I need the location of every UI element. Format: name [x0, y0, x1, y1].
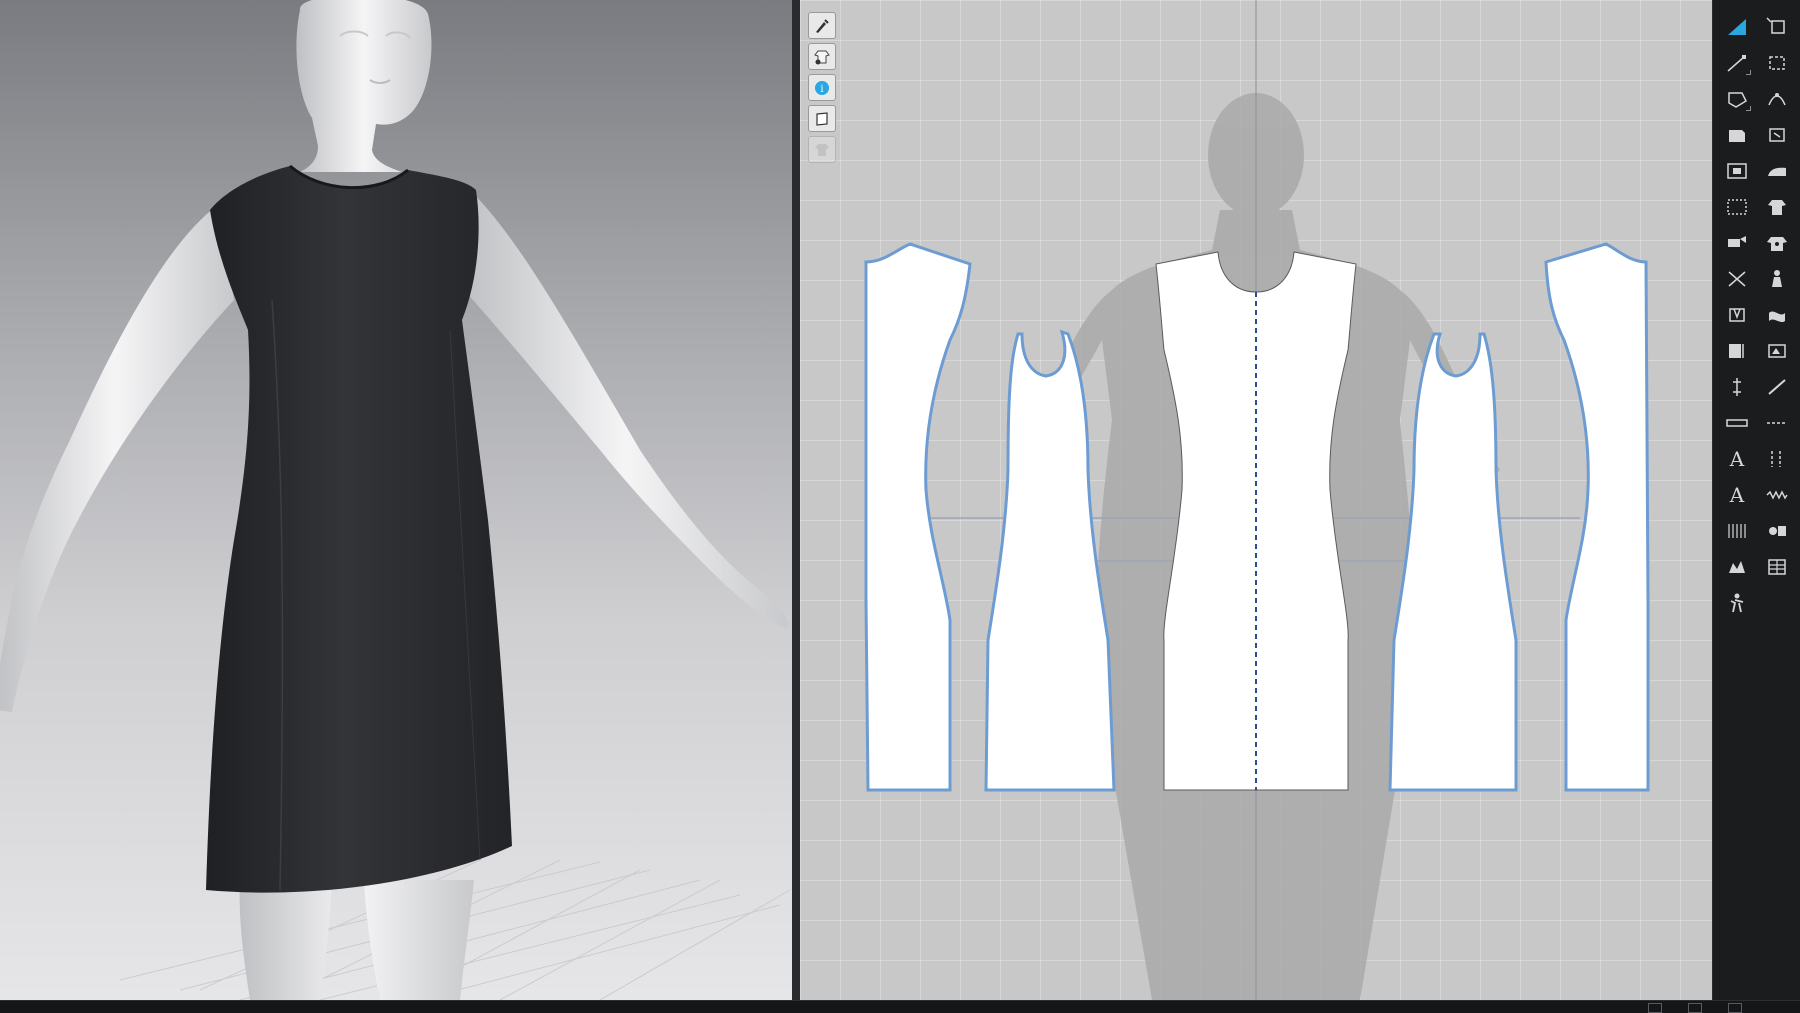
right-toolbar: A A: [1712, 0, 1800, 1000]
iron-icon[interactable]: [1759, 156, 1795, 186]
view-split-icon[interactable]: [1688, 1003, 1702, 1013]
tack-icon[interactable]: [1759, 84, 1795, 114]
back-panel-right[interactable]: [1388, 332, 1518, 792]
transform-icon[interactable]: [1759, 12, 1795, 42]
avatar-pose-icon[interactable]: [1719, 588, 1755, 618]
sew-icon[interactable]: [1759, 48, 1795, 78]
text-tool-icon[interactable]: A: [1719, 480, 1755, 510]
avatar-arrange-icon[interactable]: [1759, 264, 1795, 294]
info-icon[interactable]: i: [808, 74, 836, 101]
pattern-window-2d[interactable]: i: [800, 0, 1712, 1000]
text-label-glyph: A: [1729, 447, 1745, 471]
view-layout-icon[interactable]: [1648, 1003, 1662, 1013]
avatar-head: [296, 0, 432, 172]
line-icon[interactable]: [1759, 372, 1795, 402]
grading-icon[interactable]: [1719, 516, 1755, 546]
viewport-3d[interactable]: [0, 0, 792, 1000]
texture-icon[interactable]: [1719, 192, 1755, 222]
avatar-scene[interactable]: [0, 0, 792, 1000]
text-tool-glyph: A: [1729, 483, 1745, 507]
back-panel-left[interactable]: [984, 329, 1116, 792]
text-label-icon[interactable]: A: [1719, 444, 1755, 474]
dart-icon[interactable]: [1719, 300, 1755, 330]
pattern-fill-icon[interactable]: [1759, 336, 1795, 366]
segment-icon[interactable]: [1759, 408, 1795, 438]
measure-icon[interactable]: [1719, 372, 1755, 402]
svg-text:i: i: [820, 84, 823, 95]
sheet-icon[interactable]: [808, 105, 836, 132]
internal-polygon-icon[interactable]: [1719, 156, 1755, 186]
show-garment-icon[interactable]: [808, 43, 836, 70]
sync-icon[interactable]: [1719, 552, 1755, 582]
panel-splitter[interactable]: [792, 0, 800, 1000]
ruler-icon[interactable]: [1719, 408, 1755, 438]
pin-icon[interactable]: [1719, 228, 1755, 258]
status-bar: [0, 1000, 1800, 1013]
button-icon[interactable]: [1759, 552, 1795, 582]
select-icon[interactable]: [1719, 12, 1755, 42]
pattern-view-toolbar: i: [808, 12, 838, 163]
rectangle-icon[interactable]: [1719, 120, 1755, 150]
edit-brush-icon[interactable]: [808, 12, 836, 39]
fold-icon[interactable]: [1759, 120, 1795, 150]
avatar-fade-icon[interactable]: [808, 136, 836, 163]
garment-icon[interactable]: [1759, 192, 1795, 222]
shirt-icon[interactable]: [1759, 228, 1795, 258]
avatar-legs: [239, 880, 474, 1000]
view-full-icon[interactable]: [1728, 1003, 1742, 1013]
zipper-icon[interactable]: [1719, 336, 1755, 366]
back-side-panel-right[interactable]: [1544, 242, 1650, 792]
pattern-sheet[interactable]: [800, 0, 1712, 1000]
cut-icon[interactable]: [1719, 264, 1755, 294]
avatar-left-arm: [0, 205, 234, 712]
avatar-right-arm: [464, 190, 789, 628]
zigzag-icon[interactable]: [1759, 480, 1795, 510]
edit-point-icon[interactable]: [1719, 48, 1755, 78]
dress-body: [206, 166, 512, 893]
fabric-icon[interactable]: [1759, 300, 1795, 330]
back-side-panel-left[interactable]: [864, 242, 972, 792]
topstitch-icon[interactable]: [1759, 444, 1795, 474]
trim-icon[interactable]: [1759, 516, 1795, 546]
polygon-icon[interactable]: [1719, 84, 1755, 114]
